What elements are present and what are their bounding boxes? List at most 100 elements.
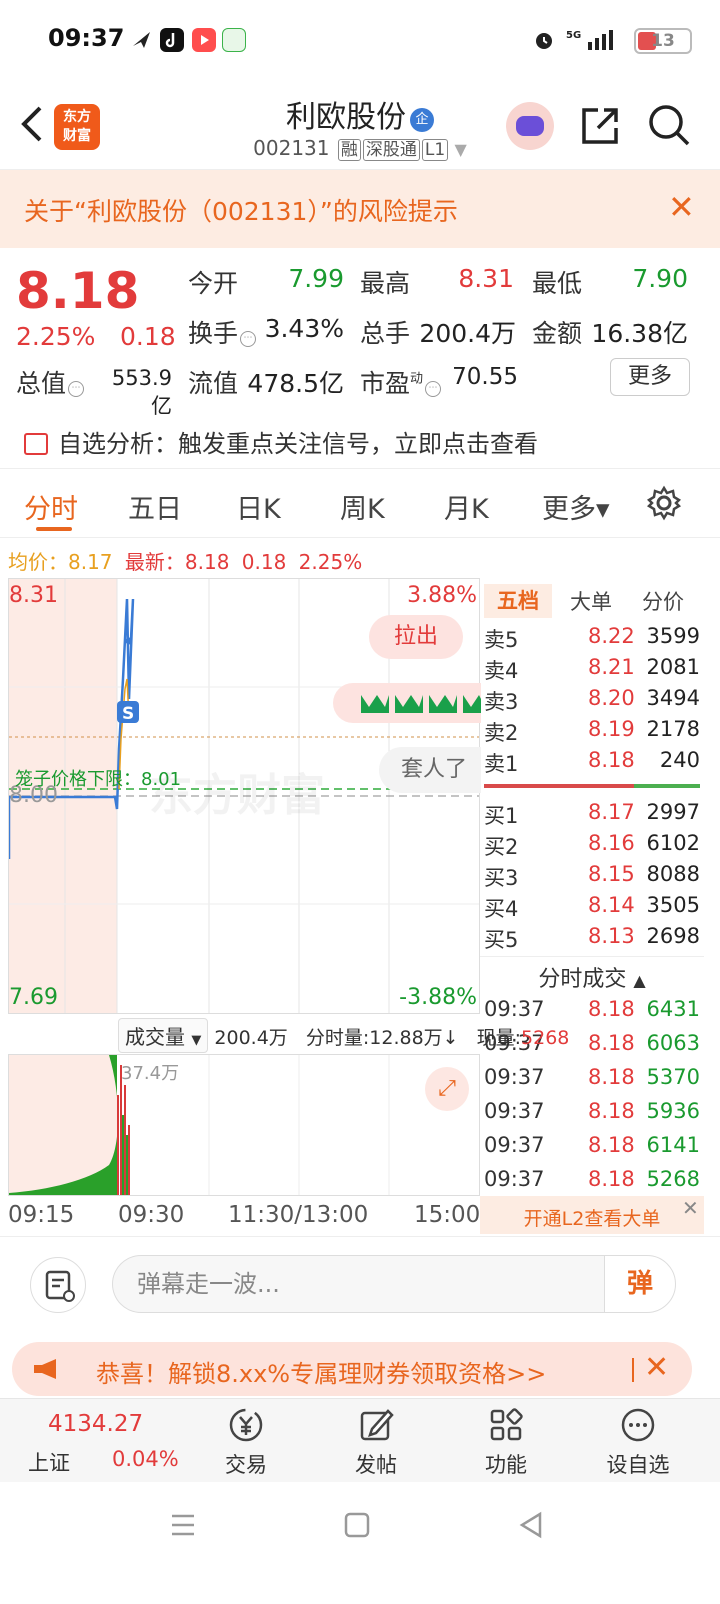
ask-price: 8.21 <box>588 655 635 679</box>
float-value: 478.5亿 <box>247 369 344 398</box>
bid-volume: 8088 <box>646 862 700 886</box>
avg-value: 8.17 <box>68 550 113 574</box>
tab-big-order[interactable]: 大单 <box>570 586 612 616</box>
tick-volume: 6141 <box>646 1133 700 1157</box>
volume-select-label: 成交量 <box>125 1025 185 1049</box>
wave-badge[interactable] <box>333 683 481 723</box>
index-change[interactable]: 0.04% <box>112 1447 179 1471</box>
nav-functions[interactable]: 功能 <box>466 1405 546 1481</box>
close-icon[interactable]: ✕ <box>668 188 695 226</box>
bid-label: 买3 <box>484 866 519 890</box>
pe-sup: 动 <box>410 371 424 387</box>
nav-functions-label: 功能 <box>485 1453 527 1477</box>
period-volume: 分时量:12.88万↓ <box>305 1027 459 1049</box>
danmu-send-button[interactable]: 弹 <box>604 1255 676 1313</box>
tab-price-distribution[interactable]: 分价 <box>642 586 684 616</box>
tab-weekly-k[interactable]: 周K <box>340 487 385 526</box>
bid-volume: 2698 <box>646 924 700 948</box>
tab-underline <box>36 527 72 531</box>
search-icon[interactable] <box>646 102 692 148</box>
bid-price: 8.15 <box>588 862 635 886</box>
danmu-input[interactable]: 弹幕走一波... <box>112 1255 606 1313</box>
chart-alert-icon <box>24 433 48 455</box>
volume-chart[interactable]: 37.4万 ⤢ <box>8 1054 480 1196</box>
tick-time: 09:37 <box>484 1099 545 1123</box>
tick-price: 8.18 <box>588 997 635 1021</box>
tick-volume: 5370 <box>646 1065 700 1089</box>
pct-axis-top: 3.88% <box>407 583 477 608</box>
ask-row: 卖3 8.20 3494 <box>484 686 700 717</box>
bid-volume: 6102 <box>646 831 700 855</box>
tab-daily-k[interactable]: 日K <box>236 487 281 526</box>
s-badge-label: S <box>122 704 134 724</box>
trapped-button[interactable]: 套人了 <box>379 747 481 793</box>
x-axis-label: 09:15 <box>8 1202 75 1228</box>
back-triangle-icon[interactable] <box>516 1510 546 1540</box>
volume-label: 总手 <box>360 319 411 348</box>
home-icon[interactable] <box>342 1510 372 1540</box>
document-settings-icon[interactable] <box>30 1257 86 1313</box>
bid-row: 买1 8.17 2997 <box>484 800 700 831</box>
amount-label: 金额 <box>532 319 583 348</box>
promo-text: 恭喜！解锁8.xx%专属理财券领取资格>> <box>96 1360 547 1388</box>
pull-out-button[interactable]: 拉出 <box>369 615 463 659</box>
enterprise-badge-icon: 企 <box>410 108 434 132</box>
ask-volume: 2178 <box>646 717 700 741</box>
margin-tag: 融 <box>337 139 361 161</box>
tab-five-level[interactable]: 五档 <box>484 584 552 618</box>
close-icon[interactable]: ✕ <box>682 1196 699 1220</box>
more-button[interactable]: 更多 <box>610 358 690 396</box>
tick-time: 09:37 <box>484 1065 545 1089</box>
l2-upsell-bar[interactable]: 开通L2查看大单 ✕ <box>480 1196 704 1234</box>
nav-add-watchlist[interactable]: 设自选 <box>598 1405 678 1481</box>
bid-row: 买5 8.13 2698 <box>484 924 700 955</box>
nav-post[interactable]: 发帖 <box>336 1405 416 1481</box>
robot-assistant-icon[interactable] <box>506 102 554 150</box>
cage-price-label: 笼子价格下限：8.01 <box>15 769 182 790</box>
info-icon[interactable]: ⋯ <box>425 381 442 397</box>
volume-axis-max: 37.4万 <box>121 1063 180 1084</box>
mcap-value: 553.9亿 <box>111 366 172 418</box>
expand-icon[interactable]: ⤢ <box>425 1067 469 1111</box>
promo-banner[interactable]: 恭喜！解锁8.xx%专属理财券领取资格>> ✕ <box>12 1342 692 1396</box>
y-axis-bottom: 7.69 <box>9 985 58 1010</box>
order-book: 五档 大单 分价 卖5 8.22 3599 卖4 8.21 2081 卖3 8.20 349… <box>480 578 704 954</box>
bid-price: 8.16 <box>588 831 635 855</box>
index-name[interactable]: 上证 <box>28 1447 70 1477</box>
tick-volume: 5268 <box>646 1167 700 1191</box>
index-value[interactable]: 4134.27 <box>48 1411 143 1437</box>
battery-level: 13 <box>651 31 675 51</box>
turnover-label: 换手 ⋯ <box>188 314 258 350</box>
info-icon[interactable]: ⋯ <box>68 381 85 397</box>
signal-alert[interactable]: 自选分析：触发重点关注信号，立即点击查看 <box>24 424 538 459</box>
risk-banner[interactable]: 关于“利欧股份（002131）”的风险提示 ✕ <box>0 170 720 248</box>
stock-header: 东方 财富 利欧股份企 002131 融深股通 L1 ▼ <box>0 80 720 170</box>
tick-price: 8.18 <box>588 1099 635 1123</box>
low-label: 最低 <box>532 269 583 298</box>
gear-icon[interactable] <box>646 485 682 521</box>
tab-more[interactable]: 更多▾ <box>542 487 610 526</box>
info-icon[interactable]: ⋯ <box>240 331 257 347</box>
ask-price: 8.18 <box>588 748 635 772</box>
menu-icon[interactable] <box>168 1510 198 1540</box>
battery-icon: 13 <box>634 28 692 54</box>
tick-list[interactable]: 分时成交 ▲ 09:37 8.18 6431 09:37 8.18 6063 09:37… <box>480 956 704 1194</box>
intraday-chart[interactable]: S 东方财富 8.31 7.69 8.00 3.88% -3.88% 笼子价格下… <box>8 578 481 1014</box>
tick-list-title[interactable]: 分时成交 ▲ <box>480 961 704 993</box>
ask-row: 卖2 8.19 2178 <box>484 717 700 748</box>
tick-volume: 5936 <box>646 1099 700 1123</box>
ask-label: 卖1 <box>484 752 519 776</box>
l2-upsell-text: 开通L2查看大单 <box>523 1208 661 1230</box>
share-icon[interactable] <box>578 104 622 148</box>
tab-five-day[interactable]: 五日 <box>128 487 182 526</box>
tab-intraday[interactable]: 分时 <box>24 487 78 526</box>
tab-monthly-k[interactable]: 月K <box>444 487 489 526</box>
bid-label: 买2 <box>484 835 519 859</box>
latest-change-pct: 2.25% <box>298 550 363 574</box>
ask-volume: 3494 <box>646 686 700 710</box>
oppo-app-icon <box>222 28 246 52</box>
status-bar: 09:37 5G 13 <box>0 0 720 80</box>
close-icon[interactable]: ✕ <box>644 1350 669 1385</box>
volume-indicator-select[interactable]: 成交量 ▼ <box>118 1018 209 1053</box>
nav-trade[interactable]: 交易 <box>206 1405 286 1481</box>
